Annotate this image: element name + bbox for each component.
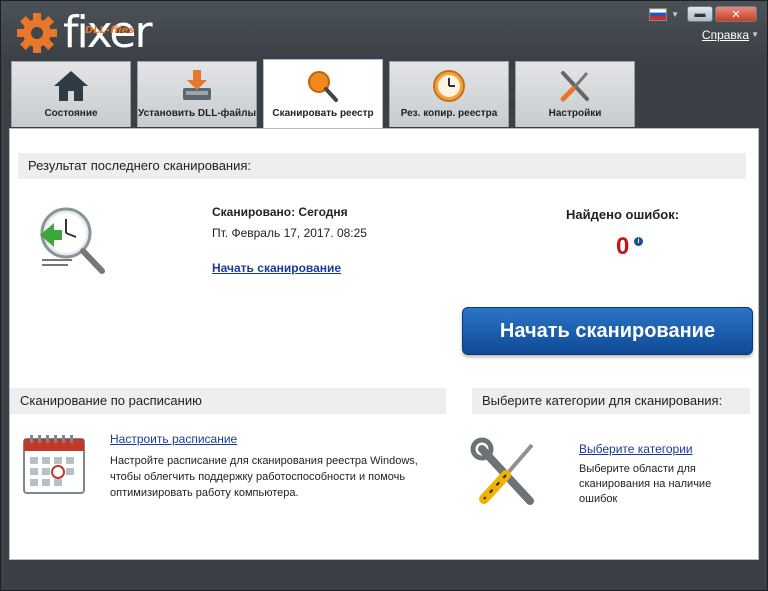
start-scan-button[interactable]: Начать сканирование [462,307,753,355]
close-button[interactable]: ✕ [715,6,757,22]
language-dropdown-icon[interactable]: ▼ [671,10,679,19]
home-icon [54,71,88,101]
tab-label: Установить DLL-файлы [138,108,256,119]
select-categories-link[interactable]: Выберите категории [579,442,693,456]
minimize-button[interactable]: ▬ [687,6,713,22]
errors-count: 0 [616,233,630,260]
tools-icon [560,71,589,102]
main-tabs: Состояние Установить DLL-файлы Сканирова… [9,59,757,129]
window-controls: ▼ ▬ ✕ [649,6,757,22]
errors-found-label: Найдено ошибок: [566,207,680,222]
schedule-description: Настройте расписание для сканирования ре… [110,455,418,499]
app-window: DLL-files fixer ▼ ▬ ✕ Справка ▼ Состояни… [0,0,768,591]
tab-label: Сканировать реестр [272,108,374,119]
gear-logo-icon [17,13,57,53]
tab-label: Настройки [548,108,602,119]
info-icon[interactable]: i [634,237,643,246]
logo-subtitle: DLL-files [85,25,135,36]
logo-wordmark: DLL-files fixer [63,11,153,55]
help-dropdown-icon[interactable]: ▼ [751,30,759,39]
tab-status[interactable]: Состояние [11,61,131,127]
tab-label: Состояние [44,108,98,119]
scan-registry-panel: Результат последнего сканирования: Скани… [9,128,759,560]
tab-registry-backup[interactable]: Рез. копир. реестра [389,61,509,127]
scanned-status: Сканировано: Сегодня [212,205,348,219]
scan-date: Пт. Февраль 17, 2017. 08:25 [212,226,367,240]
download-icon [183,70,211,100]
tab-label: Рез. копир. реестра [400,108,498,119]
scan-info: Сканировано: Сегодня Пт. Февраль 17, 201… [212,205,367,240]
app-logo: DLL-files fixer [15,7,153,55]
last-scan-header: Результат последнего сканирования: [18,153,746,179]
tab-install-dll[interactable]: Установить DLL-файлы [137,61,257,127]
language-flag-icon[interactable] [649,7,668,21]
scan-history-icon [40,207,105,274]
magnifier-icon [308,71,338,102]
start-scan-link[interactable]: Начать сканирование [212,261,341,275]
clock-backup-icon [433,70,465,102]
title-bar: DLL-files fixer ▼ ▬ ✕ Справка ▼ [1,1,767,59]
help-menu-link[interactable]: Справка [702,28,749,42]
wrench-screwdriver-icon [470,437,534,505]
schedule-header: Сканирование по расписанию [10,388,446,414]
calendar-icon [23,435,85,494]
configure-schedule-link[interactable]: Настроить расписание [110,432,237,446]
categories-description: Выберите области для сканирования на нал… [579,463,712,505]
categories-header: Выберите категории для сканирования: [472,388,750,414]
tab-scan-registry[interactable]: Сканировать реестр [263,59,383,129]
tab-settings[interactable]: Настройки [515,61,635,127]
